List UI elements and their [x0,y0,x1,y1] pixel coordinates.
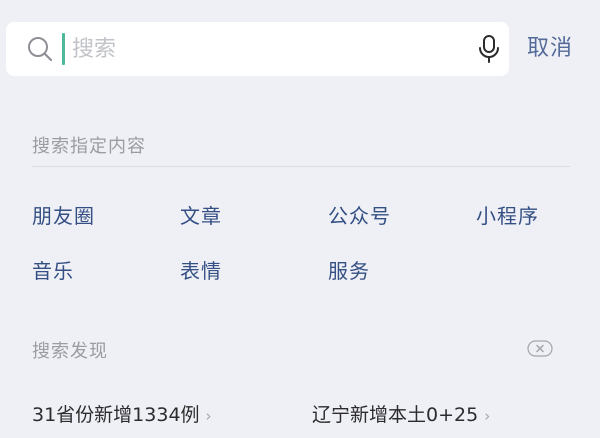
divider [32,166,570,167]
text-cursor [62,33,65,65]
chevron-right-icon: › [484,407,491,425]
search-icon [28,37,53,62]
discover-item[interactable]: 31省份新增1334例 › [32,400,212,427]
category-articles[interactable]: 文章 [180,200,222,229]
category-stickers[interactable]: 表情 [180,255,222,284]
search-input[interactable] [72,22,452,76]
discover-item-label: 31省份新增1334例 [32,404,200,426]
search-scope-title: 搜索指定内容 [32,136,146,157]
chevron-right-icon: › [205,407,212,425]
discover-item[interactable]: 辽宁新增本土0+25 › [312,400,490,427]
clear-icon[interactable] [527,340,553,357]
category-official-accounts[interactable]: 公众号 [328,200,391,229]
cancel-button[interactable]: 取消 [527,30,573,62]
discover-title: 搜索发现 [32,341,108,362]
category-mini-programs[interactable]: 小程序 [476,200,539,229]
microphone-icon[interactable] [476,34,502,64]
category-services[interactable]: 服务 [328,255,370,284]
category-moments[interactable]: 朋友圈 [32,200,95,229]
discover-item-label: 辽宁新增本土0+25 [312,404,479,426]
search-bar[interactable] [6,22,509,76]
category-music[interactable]: 音乐 [32,255,74,284]
